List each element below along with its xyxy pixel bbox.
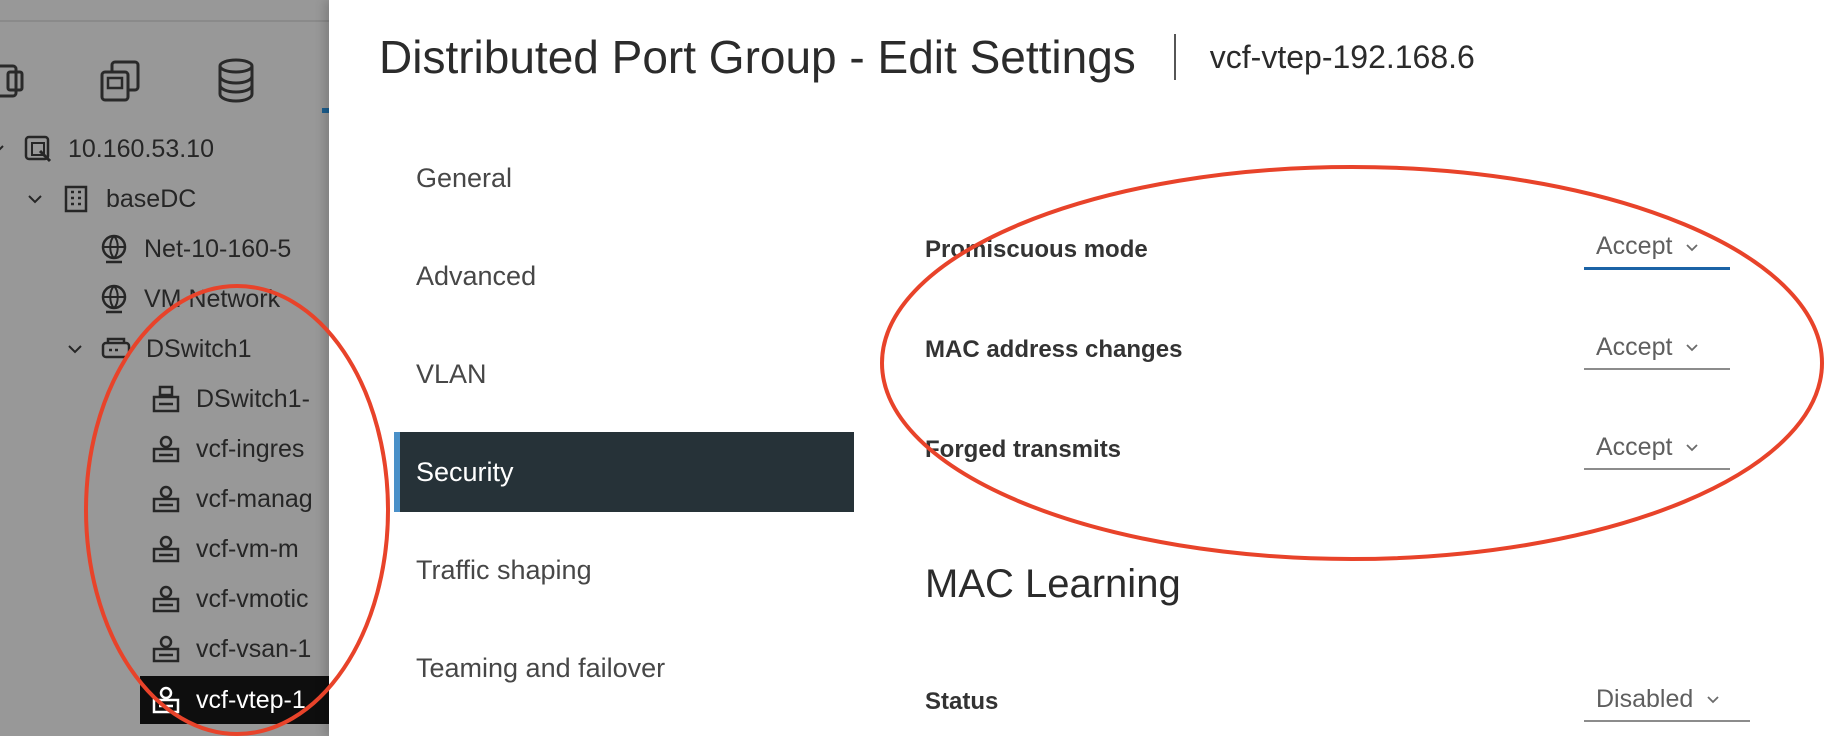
chevron-down-icon [1684, 439, 1700, 455]
network-icon [98, 233, 130, 265]
chevron-down-icon [1684, 239, 1700, 255]
network-icon [98, 283, 130, 315]
nav-item-security[interactable]: Security [394, 432, 854, 512]
uplink-portgroup-icon [150, 383, 182, 415]
dialog-title: Distributed Port Group - Edit Settings [379, 31, 1136, 83]
tree-item-portgroup[interactable]: vcf-vm-m [150, 525, 299, 573]
tree-item-label: baseDC [106, 184, 197, 213]
database-icon[interactable] [214, 56, 258, 104]
chevron-down-icon [1705, 691, 1721, 707]
mac-learning-heading: MAC Learning [925, 562, 1181, 606]
tree-item-network[interactable]: Net-10-160-5 [98, 225, 291, 273]
promiscuous-mode-select[interactable]: Accept [1584, 226, 1730, 270]
inventory-toolbar [0, 0, 329, 115]
promiscuous-mode-row: Promiscuous mode Accept [925, 220, 1785, 280]
forged-transmits-label: Forged transmits [925, 436, 1122, 463]
tree-item-portgroup[interactable]: vcf-vsan-1 [150, 625, 311, 673]
tree-item-label: vcf-ingres [196, 434, 305, 463]
mac-address-changes-select[interactable]: Accept [1584, 326, 1730, 370]
tree-item-datacenter[interactable]: baseDC [24, 175, 196, 223]
mac-learning-status-label: Status [925, 688, 999, 715]
tree-item-label: DSwitch1- [196, 384, 310, 413]
tree-item-label: vcf-vsan-1 [196, 634, 312, 663]
active-tab-indicator [322, 108, 329, 113]
tree-item-dswitch[interactable]: DSwitch1 [64, 325, 252, 373]
nav-item-advanced[interactable]: Advanced [394, 236, 854, 316]
nav-item-vlan[interactable]: VLAN [394, 334, 854, 414]
forged-transmits-select[interactable]: Accept [1584, 426, 1730, 470]
tree-item-portgroup-selected[interactable]: vcf-vtep-1 [140, 676, 329, 724]
settings-nav: General Advanced VLAN Security Traffic s… [394, 138, 854, 726]
title-divider [1173, 34, 1176, 80]
chevron-down-icon[interactable] [24, 188, 46, 210]
nav-item-teaming-failover[interactable]: Teaming and failover [394, 628, 854, 708]
portgroup-icon [150, 533, 182, 565]
vms-templates-icon[interactable] [0, 56, 28, 104]
portgroup-icon [150, 684, 182, 716]
tree-item-portgroup[interactable]: vcf-ingres [150, 425, 304, 473]
tree-item-label: vcf-manag [196, 484, 313, 513]
select-value: Accept [1596, 432, 1673, 461]
dialog-subtitle: vcf-vtep-192.168.6 [1209, 38, 1475, 75]
vcenter-icon [22, 133, 54, 165]
dialog-header: Distributed Port Group - Edit Settings v… [379, 30, 1475, 84]
promiscuous-mode-label: Promiscuous mode [925, 236, 1148, 263]
nav-item-traffic-shaping[interactable]: Traffic shaping [394, 530, 854, 610]
tree-item-vcenter[interactable]: 10.160.53.10 [0, 125, 214, 173]
inventory-panel: 10.160.53.10 baseDC Net-10-160-5 VM Netw… [0, 0, 329, 736]
edit-settings-dialog: Distributed Port Group - Edit Settings v… [329, 0, 1836, 736]
mac-learning-status-row: Status Disabled [925, 672, 1785, 732]
tree-item-label: vcf-vmotic [196, 584, 309, 613]
distributed-switch-icon [100, 333, 132, 365]
chevron-down-icon[interactable] [64, 338, 86, 360]
select-value: Accept [1596, 332, 1673, 361]
tree-item-network[interactable]: VM Network [98, 275, 280, 323]
toolbar-divider [0, 20, 329, 22]
nav-item-general[interactable]: General [394, 138, 854, 218]
tree-item-label: vcf-vtep-1 [196, 685, 306, 714]
copy-icon[interactable] [98, 56, 142, 104]
tree-item-portgroup[interactable]: vcf-vmotic [150, 575, 309, 623]
portgroup-icon [150, 483, 182, 515]
select-value: Disabled [1596, 684, 1694, 713]
tree-item-label: 10.160.53.10 [68, 134, 214, 163]
select-value: Accept [1596, 232, 1673, 260]
mac-address-changes-label: MAC address changes [925, 336, 1183, 363]
tree-item-label: DSwitch1 [146, 334, 252, 363]
mac-address-changes-row: MAC address changes Accept [925, 320, 1785, 380]
tree-item-portgroup[interactable]: vcf-manag [150, 475, 313, 523]
portgroup-icon [150, 583, 182, 615]
tree-item-label: Net-10-160-5 [144, 234, 292, 263]
portgroup-icon [150, 633, 182, 665]
tree-item-label: VM Network [144, 284, 281, 313]
datacenter-icon [60, 183, 92, 215]
chevron-down-icon [1684, 339, 1700, 355]
tree-item-label: vcf-vm-m [196, 534, 299, 563]
tree-item-uplink-portgroup[interactable]: DSwitch1- [150, 375, 310, 423]
portgroup-icon [150, 433, 182, 465]
chevron-down-icon[interactable] [0, 138, 8, 160]
mac-learning-status-select[interactable]: Disabled [1584, 678, 1750, 722]
forged-transmits-row: Forged transmits Accept [925, 420, 1785, 480]
